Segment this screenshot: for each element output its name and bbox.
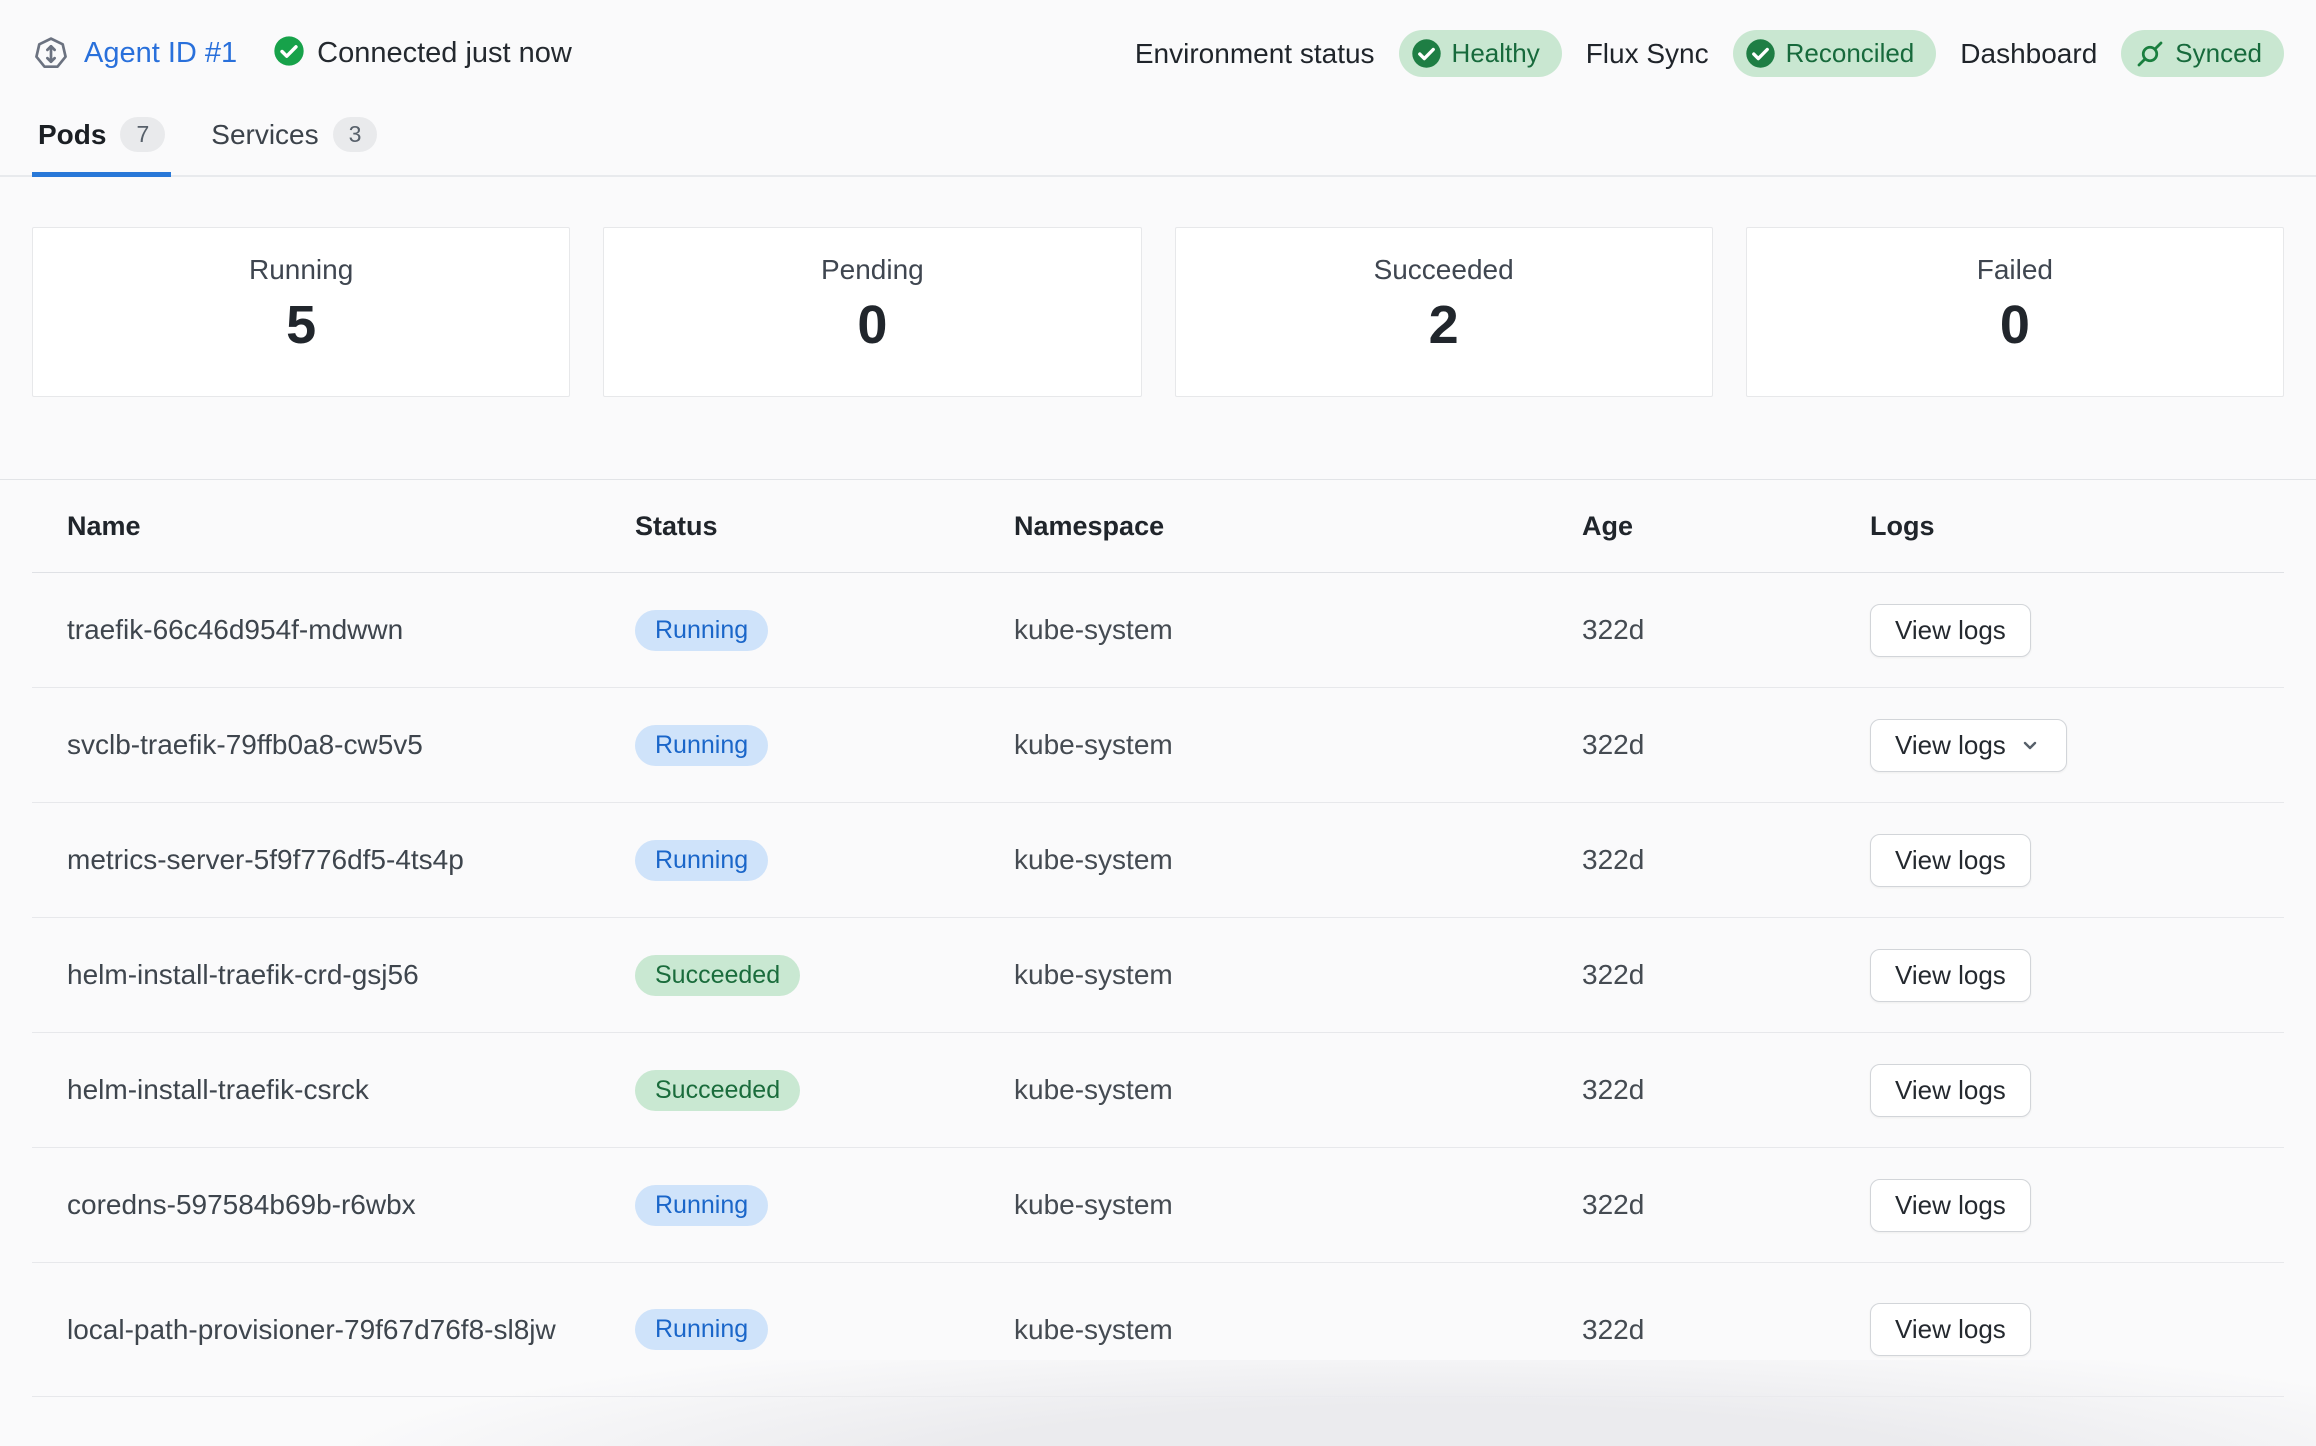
stat-value-succeeded: 2: [1176, 294, 1712, 356]
connected-check-circle-icon: [273, 35, 305, 72]
dashboard-label: Dashboard: [1960, 38, 2097, 70]
pod-age: 322d: [1582, 1074, 1870, 1106]
tab-pods-count-badge: 7: [120, 117, 165, 152]
column-header-namespace: Namespace: [1014, 511, 1582, 542]
flux-sync-value: Reconciled: [1786, 38, 1915, 69]
tab-services[interactable]: Services 3: [205, 101, 383, 177]
view-logs-label: View logs: [1895, 730, 2006, 761]
column-header-status: Status: [635, 511, 1014, 542]
pod-namespace: kube-system: [1014, 1074, 1582, 1106]
stat-card-succeeded: Succeeded 2: [1175, 227, 1713, 397]
table-row: metrics-server-5f9f776df5-4ts4p Running …: [32, 803, 2284, 918]
pod-name: local-path-provisioner-79f67d76f8-sl8jw: [67, 1311, 635, 1349]
stat-card-running: Running 5: [32, 227, 570, 397]
table-row: coredns-597584b69b-r6wbx Running kube-sy…: [32, 1148, 2284, 1263]
pod-age: 322d: [1582, 729, 1870, 761]
flux-sync-label: Flux Sync: [1586, 38, 1709, 70]
stat-value-pending: 0: [604, 294, 1140, 356]
view-logs-label: View logs: [1895, 960, 2006, 991]
tab-services-count-badge: 3: [333, 117, 378, 152]
table-row: traefik-66c46d954f-mdwwn Running kube-sy…: [32, 573, 2284, 688]
pod-namespace: kube-system: [1014, 959, 1582, 991]
stat-value-failed: 0: [1747, 294, 2283, 356]
pod-age: 322d: [1582, 1189, 1870, 1221]
tab-pods-label: Pods: [38, 119, 106, 151]
agent-id-link[interactable]: Agent ID #1: [84, 37, 237, 70]
pod-namespace: kube-system: [1014, 614, 1582, 646]
pod-name: coredns-597584b69b-r6wbx: [67, 1186, 635, 1224]
view-logs-button[interactable]: View logs: [1870, 1064, 2031, 1117]
pod-namespace: kube-system: [1014, 1189, 1582, 1221]
stat-card-pending: Pending 0: [603, 227, 1141, 397]
chevron-down-icon: [2018, 733, 2042, 757]
pod-name: helm-install-traefik-csrck: [67, 1071, 635, 1109]
stat-card-failed: Failed 0: [1746, 227, 2284, 397]
stat-label-failed: Failed: [1747, 254, 2283, 286]
view-logs-label: View logs: [1895, 845, 2006, 876]
pod-name: metrics-server-5f9f776df5-4ts4p: [67, 841, 635, 879]
column-header-age: Age: [1582, 511, 1870, 542]
view-logs-button[interactable]: View logs: [1870, 949, 2031, 1002]
circle-slash-sync-icon: [2135, 39, 2165, 69]
pod-age: 322d: [1582, 844, 1870, 876]
pod-name: traefik-66c46d954f-mdwwn: [67, 611, 635, 649]
table-row: local-path-provisioner-79f67d76f8-sl8jw …: [32, 1263, 2284, 1397]
view-logs-button[interactable]: View logs: [1870, 604, 2031, 657]
flux-sync-badge: Reconciled: [1733, 30, 1937, 77]
pod-name: svclb-traefik-79ffb0a8-cw5v5: [67, 726, 635, 764]
pod-age: 322d: [1582, 614, 1870, 646]
tab-pods[interactable]: Pods 7: [32, 101, 171, 177]
status-badge: Succeeded: [635, 1070, 800, 1111]
column-header-name: Name: [67, 511, 635, 542]
topbar: Agent ID #1 Connected just now Environme…: [0, 0, 2316, 77]
agent-heptagon-updown-arrow-icon: [32, 35, 70, 73]
table-row: svclb-traefik-79ffb0a8-cw5v5 Running kub…: [32, 688, 2284, 803]
table-row: helm-install-traefik-csrck Succeeded kub…: [32, 1033, 2284, 1148]
pod-age: 322d: [1582, 1314, 1870, 1346]
status-badge: Running: [635, 725, 768, 766]
connection-status-text: Connected just now: [317, 37, 572, 70]
status-badge: Succeeded: [635, 955, 800, 996]
view-logs-button[interactable]: View logs: [1870, 1303, 2031, 1356]
pod-name: helm-install-traefik-crd-gsj56: [67, 956, 635, 994]
environment-status-badge: Healthy: [1399, 30, 1562, 77]
table-row: helm-install-traefik-crd-gsj56 Succeeded…: [32, 918, 2284, 1033]
pod-namespace: kube-system: [1014, 729, 1582, 761]
view-logs-button[interactable]: View logs: [1870, 834, 2031, 887]
pod-age: 322d: [1582, 959, 1870, 991]
tab-bar: Pods 7 Services 3: [0, 101, 2316, 177]
dashboard-sync-value: Synced: [2175, 38, 2262, 69]
view-logs-label: View logs: [1895, 615, 2006, 646]
pod-namespace: kube-system: [1014, 1314, 1582, 1346]
pod-status-summary: Running 5 Pending 0 Succeeded 2 Failed 0: [32, 227, 2284, 397]
pod-namespace: kube-system: [1014, 844, 1582, 876]
dashboard-sync-badge: Synced: [2121, 30, 2284, 77]
reconciled-check-circle-icon: [1745, 38, 1776, 69]
stat-label-running: Running: [33, 254, 569, 286]
view-logs-label: View logs: [1895, 1190, 2006, 1221]
view-logs-label: View logs: [1895, 1075, 2006, 1106]
pods-table: Name Status Namespace Age Logs traefik-6…: [0, 479, 2316, 1397]
status-badge: Running: [635, 840, 768, 881]
environment-status-value: Healthy: [1452, 38, 1540, 69]
stat-value-running: 5: [33, 294, 569, 356]
status-badge: Running: [635, 1309, 768, 1350]
column-header-logs: Logs: [1870, 511, 2284, 542]
stat-label-succeeded: Succeeded: [1176, 254, 1712, 286]
status-badge: Running: [635, 1185, 768, 1226]
tab-services-label: Services: [211, 119, 318, 151]
table-header-row: Name Status Namespace Age Logs: [32, 480, 2284, 573]
view-logs-label: View logs: [1895, 1314, 2006, 1345]
view-logs-button[interactable]: View logs: [1870, 1179, 2031, 1232]
stat-label-pending: Pending: [604, 254, 1140, 286]
environment-status-label: Environment status: [1135, 38, 1375, 70]
status-badge: Running: [635, 610, 768, 651]
view-logs-dropdown-button[interactable]: View logs: [1870, 719, 2067, 772]
healthy-check-circle-icon: [1411, 38, 1442, 69]
